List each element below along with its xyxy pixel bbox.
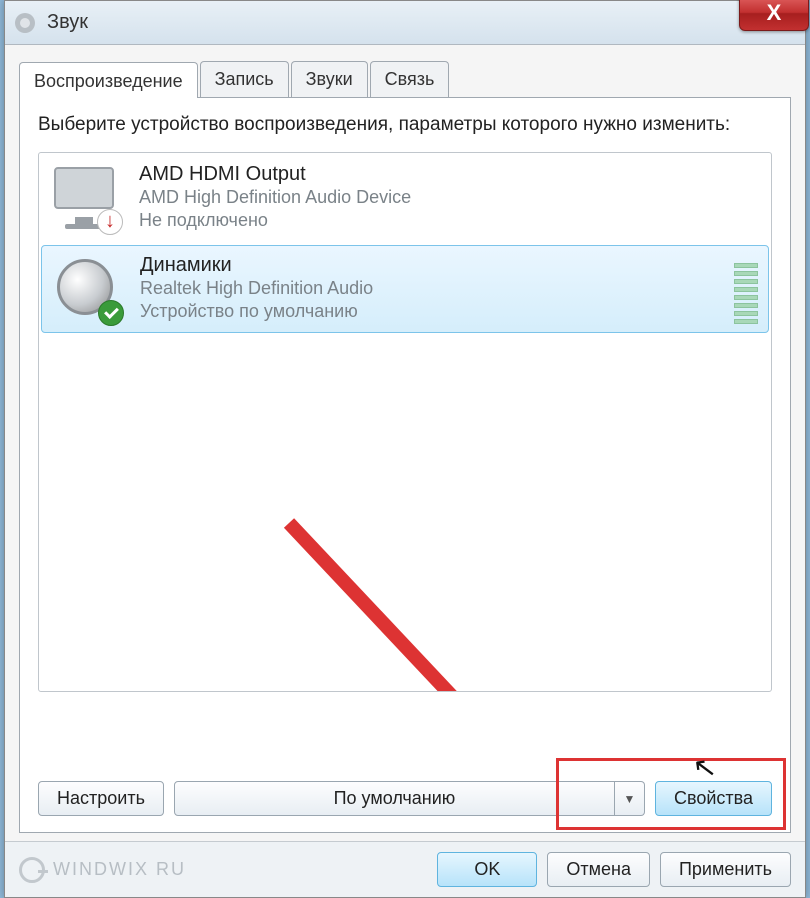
device-list[interactable]: ↓ AMD HDMI Output AMD High Definition Au…	[38, 152, 772, 692]
device-status: Не подключено	[139, 209, 759, 232]
watermark-icon	[19, 857, 45, 883]
device-name: Динамики	[140, 254, 726, 277]
chevron-down-icon: ▼	[624, 792, 636, 806]
cancel-button[interactable]: Отмена	[547, 852, 650, 887]
instructions-text: Выберите устройство воспроизведения, пар…	[38, 112, 772, 138]
button-label: Настроить	[57, 788, 145, 808]
dialog-footer: WINDWIX RU OK Отмена Применить	[5, 841, 805, 897]
tab-label: Звуки	[306, 69, 353, 89]
window-title: Звук	[47, 11, 88, 34]
apply-button[interactable]: Применить	[660, 852, 791, 887]
tab-label: Запись	[215, 69, 274, 89]
button-label: OK	[474, 859, 500, 879]
properties-button[interactable]: Свойства	[655, 781, 772, 816]
content-area: Воспроизведение Запись Звуки Связь Выбер…	[19, 61, 791, 837]
tab-communications[interactable]: Связь	[370, 61, 450, 97]
button-label: Применить	[679, 859, 772, 879]
watermark-text: WINDWIX RU	[53, 859, 186, 880]
ok-button[interactable]: OK	[437, 852, 537, 887]
status-default-icon	[98, 300, 124, 326]
device-status: Устройство по умолчанию	[140, 300, 726, 323]
level-meter	[734, 254, 758, 324]
tab-label: Воспроизведение	[34, 71, 183, 91]
watermark: WINDWIX RU	[19, 857, 186, 883]
tab-playback[interactable]: Воспроизведение	[19, 62, 198, 98]
close-button[interactable]: X	[739, 0, 809, 31]
bottom-controls: Настроить По умолчанию ▼ Свойства	[38, 781, 772, 816]
button-label: По умолчанию	[334, 788, 456, 808]
sound-dialog: Звук X Воспроизведение Запись Звуки Связ…	[4, 0, 806, 898]
device-driver: AMD High Definition Audio Device	[139, 186, 759, 209]
device-driver: Realtek High Definition Audio	[140, 277, 726, 300]
titlebar: Звук	[5, 1, 805, 45]
speaker-icon	[52, 254, 122, 324]
set-default-dropdown[interactable]: ▼	[615, 781, 645, 816]
device-item-hdmi[interactable]: ↓ AMD HDMI Output AMD High Definition Au…	[39, 153, 771, 243]
tab-record[interactable]: Запись	[200, 61, 289, 97]
device-name: AMD HDMI Output	[139, 163, 759, 186]
device-text: Динамики Realtek High Definition Audio У…	[140, 254, 726, 324]
tab-label: Связь	[385, 69, 435, 89]
device-item-speakers[interactable]: Динамики Realtek High Definition Audio У…	[41, 245, 769, 333]
set-default-button[interactable]: По умолчанию	[174, 781, 615, 816]
tab-sounds[interactable]: Звуки	[291, 61, 368, 97]
sound-sysicon	[13, 11, 37, 35]
status-disconnected-icon: ↓	[97, 209, 123, 235]
configure-button[interactable]: Настроить	[38, 781, 164, 816]
tab-panel-playback: Выберите устройство воспроизведения, пар…	[19, 97, 791, 833]
close-icon: X	[767, 0, 782, 26]
button-label: Отмена	[566, 859, 631, 879]
device-text: AMD HDMI Output AMD High Definition Audi…	[139, 163, 759, 233]
button-label: Свойства	[674, 788, 753, 808]
annotation-arrow	[249, 483, 669, 692]
monitor-icon: ↓	[51, 163, 121, 233]
set-default-splitbutton[interactable]: По умолчанию ▼	[174, 781, 645, 816]
tab-strip: Воспроизведение Запись Звуки Связь	[19, 61, 791, 97]
